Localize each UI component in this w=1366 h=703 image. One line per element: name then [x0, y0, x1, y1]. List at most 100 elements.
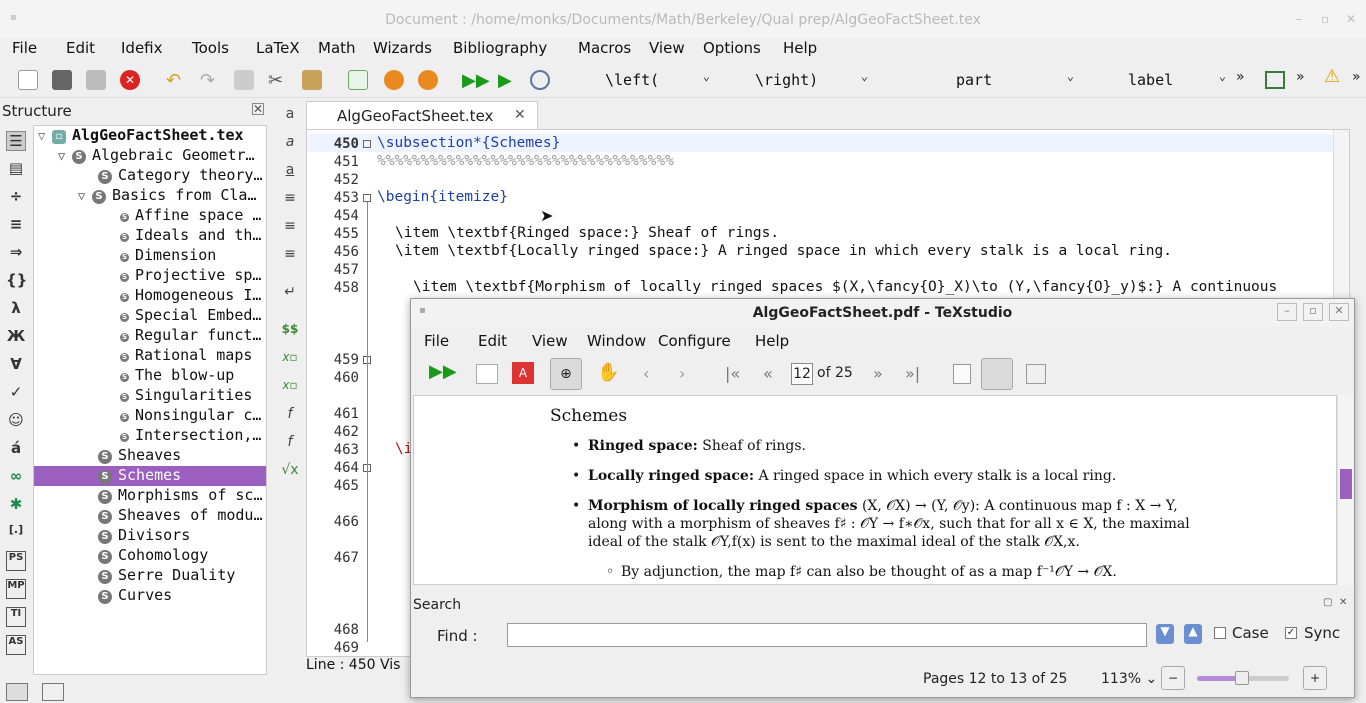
- code-line[interactable]: %%%%%%%%%%%%%%%%%%%%%%%%%%%%%%%%%%: [377, 153, 674, 169]
- menu-bibliography[interactable]: Bibliography: [453, 39, 547, 57]
- tree-item[interactable]: S Serre Duality: [98, 566, 235, 586]
- asymptote-icon[interactable]: AS: [6, 635, 26, 655]
- warning-icon[interactable]: ⚠: [1324, 66, 1340, 87]
- find-previous-icon[interactable]: ▲: [1184, 624, 1202, 644]
- previous-page-icon[interactable]: «: [763, 364, 773, 383]
- tree-item[interactable]: S Projective sp…: [120, 266, 261, 286]
- operators-icon[interactable]: ÷: [6, 187, 26, 207]
- math-mode-icon[interactable]: $$: [280, 322, 300, 342]
- maximize-icon[interactable]: ▫: [1318, 12, 1332, 26]
- code-line[interactable]: \item \textbf{Ringed space:} Sheaf of ri…: [395, 225, 779, 241]
- pstricks-icon[interactable]: PS: [6, 551, 26, 571]
- sqrt-icon[interactable]: √x: [280, 462, 300, 482]
- single-page-icon[interactable]: [953, 364, 971, 384]
- newline-icon[interactable]: ↵: [280, 284, 300, 304]
- tree-item[interactable]: S Nonsingular c…: [120, 406, 261, 426]
- close-window-icon[interactable]: ✕: [1329, 303, 1349, 321]
- structure-view-icon[interactable]: ☰: [6, 131, 26, 151]
- page-number-input[interactable]: 12: [791, 363, 813, 385]
- fraction-icon[interactable]: f: [280, 406, 300, 426]
- label-combo[interactable]: label ⌄: [1120, 66, 1232, 94]
- sync-checkbox[interactable]: ✓: [1285, 627, 1297, 639]
- misc-math-icon[interactable]: ∀: [6, 355, 26, 375]
- pdf-page[interactable]: Schemes • Ringed space: Sheaf of rings. …: [413, 395, 1337, 585]
- toggle-messages-icon[interactable]: [42, 683, 64, 701]
- zoom-slider[interactable]: [1197, 671, 1289, 685]
- tree-item[interactable]: S Sheaves of modu…: [98, 506, 263, 526]
- next-mark-icon[interactable]: [418, 70, 438, 90]
- case-checkbox[interactable]: [1214, 627, 1226, 639]
- copy-icon[interactable]: [234, 70, 254, 90]
- zoom-out-icon[interactable]: −: [1161, 666, 1185, 690]
- fold-marker[interactable]: [363, 194, 371, 202]
- find-input[interactable]: [507, 623, 1147, 647]
- continuous-page-icon[interactable]: [981, 358, 1013, 390]
- close-tab-icon[interactable]: ✕: [514, 107, 526, 123]
- paste-icon[interactable]: [302, 70, 322, 90]
- table-icon[interactable]: [1265, 71, 1285, 89]
- pdf-menu-configure[interactable]: Configure: [658, 332, 731, 350]
- align-left-icon[interactable]: ≡: [280, 190, 300, 210]
- smiley-icon[interactable]: ☺: [6, 411, 26, 431]
- zoom-combo[interactable]: 113% ⌄: [1101, 671, 1157, 687]
- float-panel-icon[interactable]: ▢: [1323, 597, 1332, 608]
- tree-item-selected[interactable]: S Schemes: [34, 466, 266, 486]
- menu-latex[interactable]: LaTeX: [256, 39, 300, 57]
- tree-item[interactable]: S Regular funct…: [120, 326, 261, 346]
- bold-icon[interactable]: a: [280, 106, 300, 126]
- left-delimiter-combo[interactable]: \left(⌄: [600, 66, 716, 94]
- build-view-icon[interactable]: ▶▶: [429, 361, 457, 382]
- menu-options[interactable]: Options: [703, 39, 761, 57]
- maximize-icon[interactable]: ▫: [1303, 303, 1323, 321]
- minimize-icon[interactable]: –: [1292, 12, 1306, 26]
- infinity-icon[interactable]: ∞: [6, 467, 26, 487]
- align-center-icon[interactable]: ≡: [280, 218, 300, 238]
- relations-icon[interactable]: ≡: [6, 215, 26, 235]
- tree-item[interactable]: S Divisors: [98, 526, 190, 546]
- tree-item[interactable]: S Category theory…: [98, 166, 263, 186]
- tree-root[interactable]: ▽ ▫ AlgGeoFactSheet.tex: [38, 126, 244, 146]
- italic-icon[interactable]: a: [280, 134, 300, 154]
- pdf-menu-edit[interactable]: Edit: [478, 332, 507, 350]
- compile-icon[interactable]: ▶: [498, 70, 518, 91]
- close-window-icon[interactable]: ✕: [1344, 12, 1358, 26]
- magnifier-tool-icon[interactable]: ⊕: [550, 358, 582, 390]
- dfrac-icon[interactable]: f: [280, 434, 300, 454]
- pdf-scrollbar[interactable]: [1337, 395, 1353, 585]
- toolbar-more-icon-2[interactable]: »: [1296, 69, 1305, 85]
- toggle-panel-icon[interactable]: [476, 364, 498, 384]
- minimize-icon[interactable]: –: [1277, 303, 1297, 321]
- tree-item[interactable]: S Morphisms of sc…: [98, 486, 263, 506]
- tab-algeofactsheet[interactable]: AlgGeoFactSheet.tex ✕: [306, 101, 538, 129]
- view-pdf-icon[interactable]: [530, 70, 550, 90]
- checkmark-icon[interactable]: ✓: [6, 383, 26, 403]
- cyrillic-icon[interactable]: Ж: [6, 327, 26, 347]
- tree-item[interactable]: S Affine space …: [120, 206, 261, 226]
- scrollbar-thumb[interactable]: [1340, 469, 1352, 499]
- find-next-icon[interactable]: ▼: [1156, 624, 1174, 644]
- hand-tool-icon[interactable]: ✋: [597, 362, 619, 383]
- code-line[interactable]: \begin{itemize}: [377, 189, 508, 205]
- external-pdf-icon[interactable]: A: [512, 362, 534, 384]
- last-page-icon[interactable]: »|: [905, 364, 920, 383]
- right-delimiter-combo[interactable]: \right) ⌄: [750, 66, 874, 94]
- metapost-icon[interactable]: MP: [6, 579, 26, 599]
- undo-icon[interactable]: ↶: [166, 70, 186, 91]
- menu-file[interactable]: File: [12, 39, 37, 57]
- menu-math[interactable]: Math: [318, 39, 356, 57]
- first-page-icon[interactable]: |«: [725, 364, 740, 383]
- arrows-icon[interactable]: ⇒: [6, 243, 26, 263]
- build-view-icon[interactable]: ▶▶: [462, 70, 490, 91]
- pdf-menu-view[interactable]: View: [532, 332, 568, 350]
- menu-wizards[interactable]: Wizards: [373, 39, 432, 57]
- accents-icon[interactable]: á: [6, 439, 26, 459]
- asterisk-icon[interactable]: ✱: [6, 495, 26, 515]
- tree-item[interactable]: S Rational maps: [120, 346, 252, 366]
- back-icon[interactable]: ‹: [643, 364, 649, 383]
- menu-help[interactable]: Help: [783, 39, 817, 57]
- pdf-menu-help[interactable]: Help: [755, 332, 789, 350]
- tree-item[interactable]: ▽ S Algebraic Geometr…: [58, 146, 255, 166]
- close-panel-icon[interactable]: ✕: [1339, 597, 1347, 608]
- chart-icon[interactable]: [348, 70, 368, 90]
- zoom-slider-handle[interactable]: [1235, 671, 1249, 685]
